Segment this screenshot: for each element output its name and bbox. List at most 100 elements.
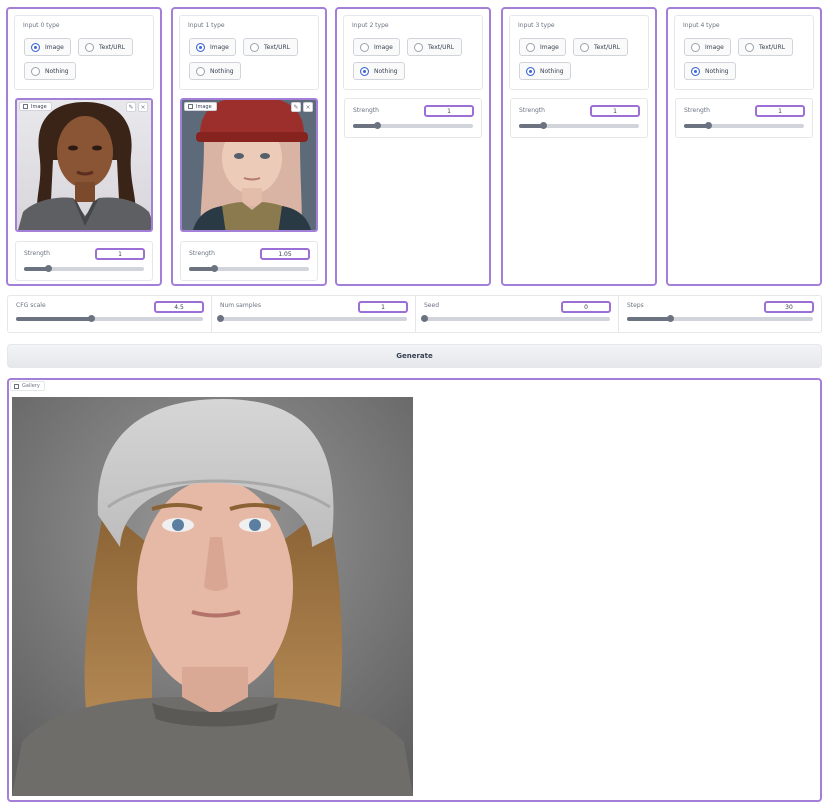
input-1-radio-image[interactable]: Image <box>189 38 236 56</box>
input-3-radio-text-url[interactable]: Text/URL <box>573 38 628 56</box>
radio-dot <box>360 66 369 76</box>
radio-dot <box>414 42 423 52</box>
input-2-type-label: Input 2 type <box>352 22 389 29</box>
input-3-radio-nothing[interactable]: Nothing <box>519 62 571 80</box>
num-samples-slider[interactable] <box>217 315 407 322</box>
radio-label: Nothing <box>540 67 564 75</box>
input-4-radio-image[interactable]: Image <box>684 38 731 56</box>
radio-dot <box>526 42 535 52</box>
input-4-strength-input[interactable]: 1 <box>755 105 805 117</box>
input-1-portrait-image <box>182 100 316 230</box>
radio-label: Nothing <box>705 67 729 75</box>
input-0-image-dropzone[interactable]: Image ✎ × <box>15 98 153 232</box>
input-1-radio-nothing[interactable]: Nothing <box>189 62 241 80</box>
input-0-strength-block: Strength 1 <box>15 241 153 281</box>
input-0-portrait-image <box>17 100 151 230</box>
input-1-image-tag: Image <box>184 102 217 111</box>
input-3-strength-slider[interactable] <box>519 122 639 129</box>
seed-input[interactable]: 0 <box>561 301 611 313</box>
generated-portrait-image <box>12 397 413 796</box>
radio-label: Nothing <box>45 67 69 75</box>
slider-thumb[interactable] <box>705 122 712 129</box>
edit-icon[interactable]: ✎ <box>126 102 136 112</box>
input-1-strength-block: Strength 1.05 <box>180 241 318 281</box>
input-3-radio-image[interactable]: Image <box>519 38 566 56</box>
input-0-strength-slider[interactable] <box>24 265 144 272</box>
input-4-type-group: Input 4 type Image Text/URL Nothing <box>674 15 814 90</box>
image-tag-label: Image <box>196 103 212 110</box>
cfg-scale-input[interactable]: 4.5 <box>154 301 204 313</box>
gallery-tag: Gallery <box>10 381 45 391</box>
radio-dot <box>250 42 259 52</box>
radio-dot <box>360 42 369 52</box>
input-2-strength-label: Strength <box>353 107 379 114</box>
input-2-radio-nothing[interactable]: Nothing <box>353 62 405 80</box>
edit-icon[interactable]: ✎ <box>291 102 301 112</box>
steps-label: Steps <box>627 302 644 309</box>
slider-thumb[interactable] <box>374 122 381 129</box>
slider-thumb[interactable] <box>211 265 219 272</box>
slider-thumb[interactable] <box>421 315 428 322</box>
input-2-strength-slider[interactable] <box>353 122 473 129</box>
radio-dot <box>31 42 40 52</box>
cfg-scale-slider[interactable] <box>16 315 203 322</box>
steps-input[interactable]: 30 <box>764 301 814 313</box>
num-samples-input[interactable]: 1 <box>358 301 408 313</box>
input-1-strength-input[interactable]: 1.05 <box>260 248 310 260</box>
input-3-strength-input[interactable]: 1 <box>590 105 640 117</box>
input-2-radio-image[interactable]: Image <box>353 38 400 56</box>
input-3-column: Input 3 type Image Text/URL Nothing Stre… <box>501 7 657 286</box>
input-1-column: Input 1 type Image Text/URL Nothing Imag… <box>171 7 327 286</box>
slider-thumb[interactable] <box>87 315 95 322</box>
radio-label: Image <box>705 43 724 51</box>
cfg-scale-label: CFG scale <box>16 302 46 309</box>
input-1-image-dropzone[interactable]: Image ✎ × <box>180 98 318 232</box>
input-0-radio-image[interactable]: Image <box>24 38 71 56</box>
steps-slider[interactable] <box>627 315 813 322</box>
gallery-tag-label: Gallery <box>22 383 40 389</box>
radio-dot <box>580 42 589 52</box>
input-2-radio-text-url[interactable]: Text/URL <box>407 38 462 56</box>
input-3-type-group: Input 3 type Image Text/URL Nothing <box>509 15 649 90</box>
input-1-strength-label: Strength <box>189 250 215 257</box>
close-icon[interactable]: × <box>303 102 313 112</box>
radio-dot <box>526 66 535 76</box>
slider-thumb[interactable] <box>666 315 674 322</box>
cfg-scale-block: CFG scale 4.5 <box>8 296 212 332</box>
generate-button[interactable]: Generate <box>7 344 822 368</box>
input-0-column: Input 0 type Image Text/URL Nothing Imag… <box>6 7 162 286</box>
slider-thumb[interactable] <box>45 265 52 272</box>
input-0-type-label: Input 0 type <box>23 22 60 29</box>
slider-thumb[interactable] <box>540 122 547 129</box>
radio-label: Nothing <box>210 67 234 75</box>
input-1-radio-text-url[interactable]: Text/URL <box>243 38 298 56</box>
input-3-strength-block: Strength 1 <box>510 98 648 138</box>
gallery-output-image[interactable] <box>12 397 413 796</box>
input-4-strength-slider[interactable] <box>684 122 804 129</box>
input-2-strength-block: Strength 1 <box>344 98 482 138</box>
input-4-type-label: Input 4 type <box>683 22 720 29</box>
input-2-strength-input[interactable]: 1 <box>424 105 474 117</box>
radio-label: Image <box>210 43 229 51</box>
input-0-type-group: Input 0 type Image Text/URL Nothing <box>14 15 154 90</box>
seed-slider[interactable] <box>421 315 610 322</box>
close-icon[interactable]: × <box>138 102 148 112</box>
radio-dot <box>196 42 205 52</box>
slider-thumb[interactable] <box>217 315 224 322</box>
input-0-strength-label: Strength <box>24 250 50 257</box>
radio-dot <box>31 66 40 76</box>
radio-label: Text/URL <box>264 43 291 51</box>
input-1-type-group: Input 1 type Image Text/URL Nothing <box>179 15 319 90</box>
input-1-type-label: Input 1 type <box>188 22 225 29</box>
slider-fill <box>16 317 91 321</box>
input-4-column: Input 4 type Image Text/URL Nothing Stre… <box>666 7 822 286</box>
input-0-radio-text-url[interactable]: Text/URL <box>78 38 133 56</box>
input-4-radio-nothing[interactable]: Nothing <box>684 62 736 80</box>
radio-label: Image <box>374 43 393 51</box>
input-0-radio-nothing[interactable]: Nothing <box>24 62 76 80</box>
input-1-strength-slider[interactable] <box>189 265 309 272</box>
input-4-radio-text-url[interactable]: Text/URL <box>738 38 793 56</box>
input-0-strength-input[interactable]: 1 <box>95 248 145 260</box>
radio-dot <box>691 66 700 76</box>
input-1-image-tools: ✎ × <box>291 102 313 112</box>
